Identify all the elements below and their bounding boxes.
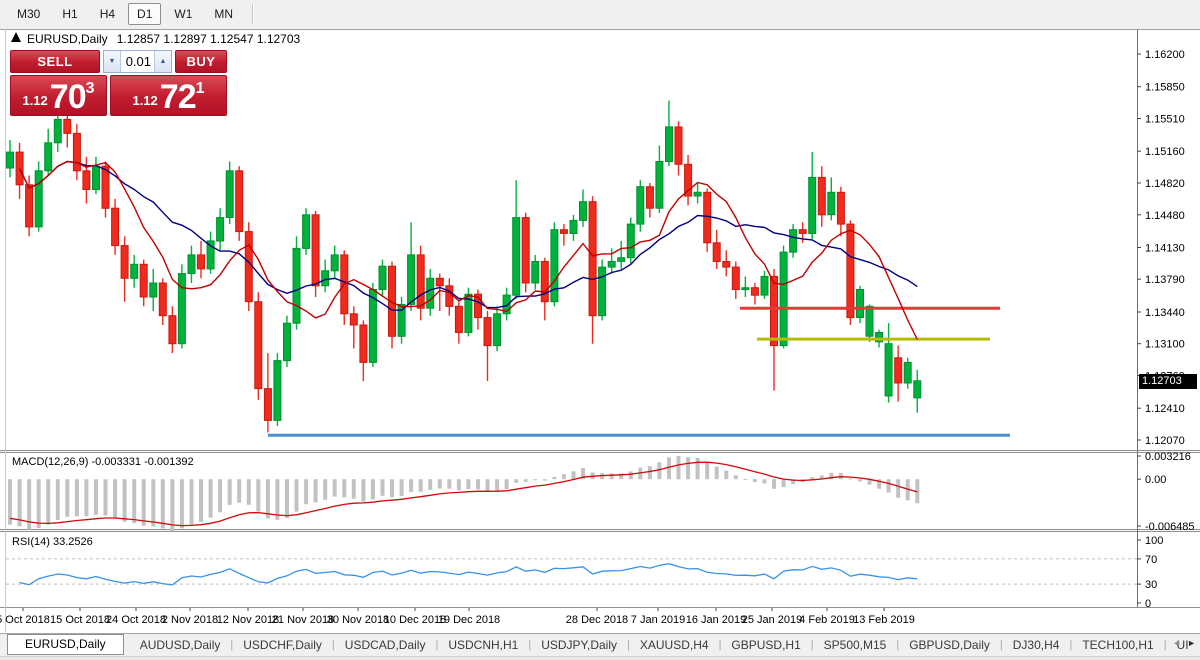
svg-text:1.13100: 1.13100 [1145,339,1185,351]
volume-input[interactable]: 0.01 [121,51,154,72]
buy-price-big-digits: 72 [159,78,197,116]
svg-text:1.14130: 1.14130 [1145,243,1185,255]
svg-text:1.14480: 1.14480 [1145,210,1185,222]
timeframe-h4-button[interactable]: H4 [91,3,124,25]
svg-text:1.12410: 1.12410 [1145,403,1185,415]
svg-text:4 Feb 2019: 4 Feb 2019 [799,614,855,626]
svg-text:25 Jan 2019: 25 Jan 2019 [742,614,803,626]
buy-price-prefix: 1.12 [132,93,158,108]
svg-text:1.13790: 1.13790 [1145,274,1185,286]
buy-button[interactable]: BUY [175,50,227,73]
svg-text:21 Nov 2018: 21 Nov 2018 [272,614,334,626]
sell-price-big-digits: 70 [49,78,87,116]
volume-spinner: ▼ 0.01 ▲ [103,50,172,73]
svg-text:7 Jan 2019: 7 Jan 2019 [631,614,685,626]
triangle-icon [10,31,22,46]
svg-text:1.14820: 1.14820 [1145,178,1185,190]
svg-text:30: 30 [1145,579,1157,591]
svg-text:19 Dec 2018: 19 Dec 2018 [438,614,500,626]
tab-usdjpy-daily[interactable]: USDJPY,Daily [531,635,627,655]
svg-text:1.16200: 1.16200 [1145,49,1185,61]
svg-text:13 Feb 2019: 13 Feb 2019 [853,614,915,626]
tab-tech100-h1[interactable]: TECH100,H1 [1072,635,1163,655]
svg-text:1.15160: 1.15160 [1145,146,1185,158]
sell-price-pipette: 3 [85,80,95,97]
tab-dj30-h4[interactable]: DJ30,H4 [1003,635,1070,655]
buy-price-display[interactable]: 1.12 72 1 [110,75,227,116]
svg-text:0.003216: 0.003216 [1145,451,1191,463]
tab-gbpusd-daily[interactable]: GBPUSD,Daily [899,635,1000,655]
tab-scroll-right-icon[interactable]: ► [1187,638,1196,648]
current-price-badge: 1.12703 [1139,374,1197,389]
status-bar-stub [0,656,1200,660]
volume-increase-button[interactable]: ▲ [154,51,171,72]
svg-text:-0.006485: -0.006485 [1145,521,1195,533]
timeframe-m30-button[interactable]: M30 [8,3,49,25]
tab-sp500-m15[interactable]: SP500,M15 [814,635,897,655]
timeframe-mn-button[interactable]: MN [205,3,242,25]
svg-text:16 Jan 2019: 16 Jan 2019 [686,614,747,626]
chart-title: EURUSD,Daily 1.12857 1.12897 1.12547 1.1… [10,31,300,46]
timeframe-w1-button[interactable]: W1 [165,3,201,25]
chart-symbol-label: EURUSD,Daily [27,31,108,46]
chart-ohlc-values: 1.12857 1.12897 1.12547 1.12703 [116,31,301,46]
tab-scroll-arrows: ◄ ► [1172,638,1196,648]
svg-text:12 Nov 2018: 12 Nov 2018 [217,614,279,626]
toolbar-separator [252,4,255,24]
chart-tab-bar: EURUSD,Daily AUDUSD,Daily | USDCHF,Daily… [0,633,1200,655]
tab-usdcad-daily[interactable]: USDCAD,Daily [335,635,436,655]
svg-text:24 Oct 2018: 24 Oct 2018 [106,614,166,626]
svg-text:0: 0 [1145,598,1151,610]
macd-indicator-label: MACD(12,26,9) -0.003331 -0.001392 [12,456,194,468]
tab-audusd-daily[interactable]: AUDUSD,Daily [130,635,231,655]
sell-price-display[interactable]: 1.12 70 3 [10,75,107,116]
sell-price-prefix: 1.12 [22,93,48,108]
svg-text:28 Dec 2018: 28 Dec 2018 [566,614,628,626]
svg-text:5 Oct 2018: 5 Oct 2018 [0,614,50,626]
tab-usdchf-daily[interactable]: USDCHF,Daily [233,635,332,655]
volume-decrease-button[interactable]: ▼ [104,51,121,72]
rsi-indicator-label: RSI(14) 33.2526 [12,536,93,548]
one-click-trading-panel: SELL ▼ 0.01 ▲ BUY 1.12 70 3 1.12 72 1 [10,50,227,116]
triangle-up-icon: ▲ [159,58,167,65]
svg-text:70: 70 [1145,554,1157,566]
tab-eurusd-daily[interactable]: EURUSD,Daily [7,634,124,655]
buy-price-pipette: 1 [195,80,205,97]
svg-text:1.13440: 1.13440 [1145,307,1185,319]
triangle-down-icon: ▼ [108,58,116,65]
svg-text:100: 100 [1145,535,1163,547]
svg-text:1.15850: 1.15850 [1145,82,1185,94]
timeframe-d1-button[interactable]: D1 [128,3,162,25]
tab-gbpusd-h1[interactable]: GBPUSD,H1 [721,635,810,655]
timeframe-h1-button[interactable]: H1 [53,3,86,25]
svg-text:1.12070: 1.12070 [1145,435,1185,447]
tab-xauusd-h4[interactable]: XAUUSD,H4 [630,635,719,655]
svg-text:0.00: 0.00 [1145,474,1166,486]
svg-text:15 Oct 2018: 15 Oct 2018 [50,614,110,626]
tab-usdcnh-h1[interactable]: USDCNH,H1 [438,635,528,655]
sell-button[interactable]: SELL [10,50,100,73]
svg-text:1.15510: 1.15510 [1145,114,1185,126]
svg-text:2 Nov 2018: 2 Nov 2018 [162,614,218,626]
timeframe-toolbar: M30 H1 H4 D1 W1 MN [0,0,1200,28]
svg-text:30 Nov 2018: 30 Nov 2018 [327,614,389,626]
tab-scroll-left-icon[interactable]: ◄ [1172,638,1181,648]
